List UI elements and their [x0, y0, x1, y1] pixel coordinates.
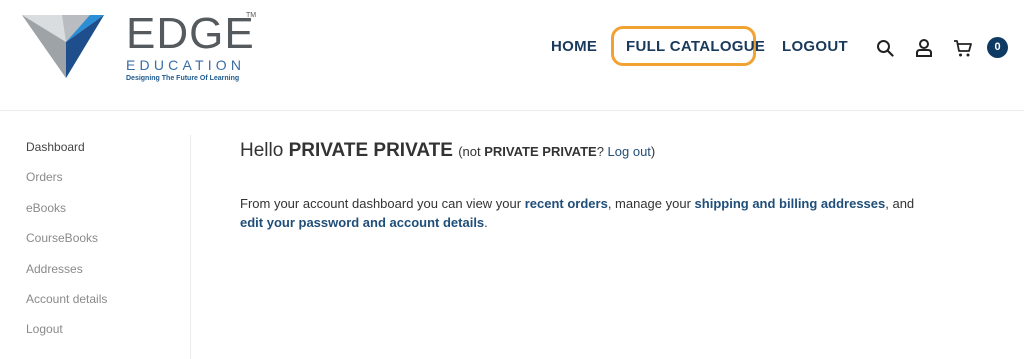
cart-count-badge[interactable]: 0: [987, 37, 1008, 58]
logo-text: EDGE TM EDUCATION Designing The Future O…: [126, 9, 261, 83]
nav-logout-link[interactable]: LOGOUT: [782, 38, 848, 55]
edge-education-logo[interactable]: EDGE TM EDUCATION Designing The Future O…: [22, 12, 256, 84]
sidebar-item-orders[interactable]: Orders: [26, 170, 63, 184]
not-user-name: PRIVATE PRIVATE: [484, 144, 597, 159]
not-prefix: (not: [458, 144, 481, 159]
logout-link[interactable]: Log out: [608, 144, 651, 159]
account-details-link[interactable]: edit your password and account details: [240, 215, 484, 230]
nav-home-link[interactable]: HOME: [551, 38, 597, 55]
sidebar-item-logout[interactable]: Logout: [26, 322, 63, 336]
greeting-not-user: (not PRIVATE PRIVATE? Log out): [458, 144, 655, 159]
desc-text-4: .: [484, 215, 488, 230]
logo-mark-icon: [22, 15, 104, 78]
nav-full-catalogue-link[interactable]: FULL CATALOGUE: [626, 38, 765, 55]
search-icon[interactable]: [876, 39, 894, 57]
logo-sub: EDUCATION: [126, 57, 246, 73]
desc-text-3: , and: [885, 196, 915, 211]
logo-name: EDGE: [126, 9, 255, 58]
addresses-link[interactable]: shipping and billing addresses: [695, 196, 886, 211]
sidebar-item-ebooks[interactable]: eBooks: [26, 201, 66, 215]
paren-close: ): [650, 144, 656, 159]
sidebar-item-addresses[interactable]: Addresses: [26, 262, 83, 276]
logo-trademark: TM: [246, 12, 257, 19]
user-icon[interactable]: [915, 38, 933, 58]
desc-text-2: , manage your: [607, 196, 691, 211]
dashboard-description: From your account dashboard you can view…: [240, 194, 920, 232]
greeting-user-name: PRIVATE PRIVATE: [288, 140, 453, 161]
logo-tagline: Designing The Future Of Learning: [126, 75, 240, 82]
sidebar-item-coursebooks[interactable]: CourseBooks: [26, 231, 98, 245]
site-header: EDGE TM EDUCATION Designing The Future O…: [0, 0, 1024, 111]
greeting: Hello PRIVATE PRIVATE (not PRIVATE PRIVA…: [240, 140, 655, 162]
account-sidebar: Dashboard Orders eBooks CourseBooks Addr…: [0, 135, 191, 359]
greeting-hello: Hello: [240, 140, 284, 161]
not-question: ?: [596, 144, 604, 159]
desc-text-1: From your account dashboard you can view…: [240, 196, 522, 211]
sidebar-item-account-details[interactable]: Account details: [26, 292, 107, 306]
sidebar-item-dashboard[interactable]: Dashboard: [26, 140, 85, 154]
cart-icon[interactable]: [953, 38, 973, 58]
recent-orders-link[interactable]: recent orders: [525, 196, 608, 211]
